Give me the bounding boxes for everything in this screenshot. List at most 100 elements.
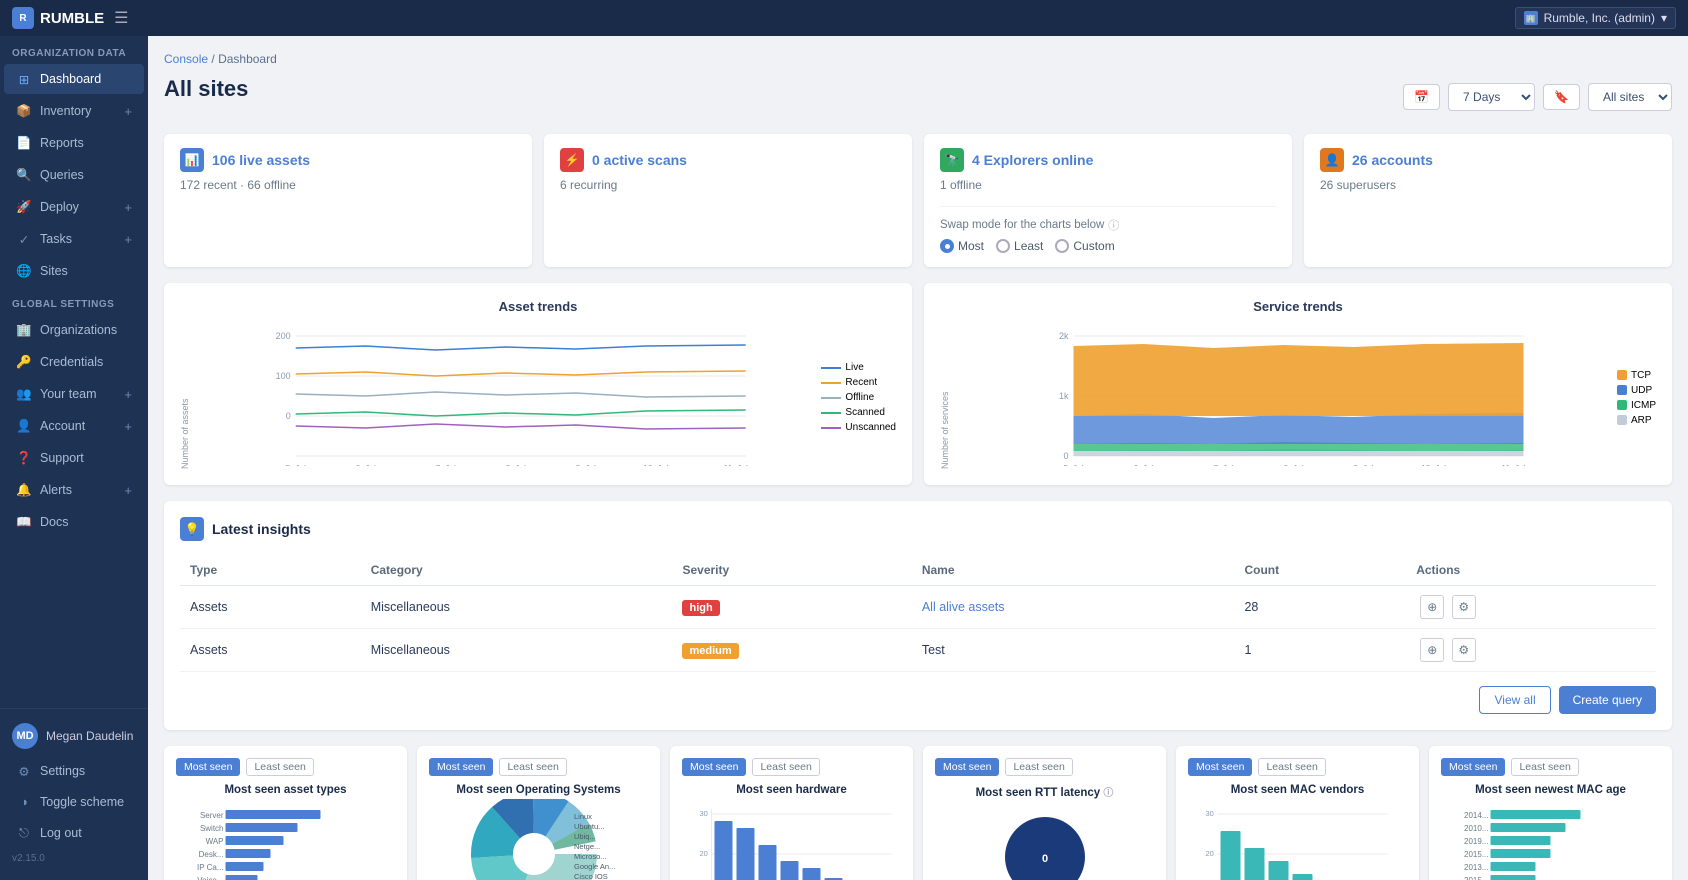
row1-settings-button[interactable]: ⚙ [1452,595,1476,619]
mac-age-tabs: Most seen Least seen [1441,758,1660,776]
explorers-count[interactable]: 4 Explorers online [972,152,1093,168]
svg-text:9. Jul: 9. Jul [576,463,596,466]
insights-header-row: Type Category Severity Name Count Action… [180,555,1656,586]
sidebar-item-deploy[interactable]: 🚀 Deploy + [4,192,144,222]
inventory-add-icon[interactable]: + [124,104,132,119]
sidebar-item-sites[interactable]: 🌐 Sites [4,256,144,286]
bookmark-button[interactable]: 🔖 [1543,84,1580,110]
sidebar-item-dashboard[interactable]: ⊞ Dashboard [4,64,144,94]
service-trends-y-label: Number of services [940,326,950,469]
docs-icon: 📖 [16,514,32,530]
credentials-icon: 🔑 [16,354,32,370]
sidebar-item-credentials[interactable]: 🔑 Credentials [4,347,144,377]
sidebar-item-alerts[interactable]: 🔔 Alerts + [4,475,144,505]
tab-least-seen-mac-vendors[interactable]: Least seen [1258,758,1325,776]
create-query-button[interactable]: Create query [1559,686,1656,714]
sidebar-item-settings[interactable]: ⚙ Settings [4,756,144,786]
chart-asset-types: Most seen Least seen Most seen asset typ… [164,746,407,880]
insights-header: 💡 Latest insights [180,517,1656,541]
sidebar-item-label: Credentials [40,355,103,369]
row2-name: Test [912,629,1235,672]
sidebar-item-label: Toggle scheme [40,795,124,809]
stat-card-accounts: 👤 26 accounts 26 superusers [1304,134,1672,267]
svg-text:Linux: Linux [574,812,592,821]
tasks-icon: ✓ [16,231,32,247]
site-filter-select[interactable]: All sites [1588,83,1672,111]
sidebar-item-docs[interactable]: 📖 Docs [4,507,144,537]
asset-types-tabs: Most seen Least seen [176,758,395,776]
org-selector[interactable]: 🏢 Rumble, Inc. (admin) ▾ [1515,7,1676,29]
user-profile[interactable]: MD Megan Daudelin [0,717,148,755]
section-org-label: ORGANIZATION DATA [0,36,148,63]
tab-least-seen-os[interactable]: Least seen [499,758,566,776]
account-add-icon[interactable]: + [124,419,132,434]
sidebar-item-organizations[interactable]: 🏢 Organizations [4,315,144,345]
insights-thead: Type Category Severity Name Count Action… [180,555,1656,586]
row1-copy-button[interactable]: ⊕ [1420,595,1444,619]
settings-icon: ⚙ [16,763,32,779]
topbar-left: R RUMBLE ☰ [12,7,129,29]
chart-mac-age: Most seen Least seen Most seen newest MA… [1429,746,1672,880]
svg-text:8. Jul: 8. Jul [1283,463,1303,466]
breadcrumb-console[interactable]: Console [164,52,208,66]
active-scans-count[interactable]: 0 active scans [592,152,687,168]
sidebar-item-log-out[interactable]: ⎋ Log out [4,818,144,848]
alerts-add-icon[interactable]: + [124,483,132,498]
tab-most-seen-mac-vendors[interactable]: Most seen [1188,758,1252,776]
bottom-charts: Most seen Least seen Most seen asset typ… [164,746,1672,880]
live-assets-count[interactable]: 106 live assets [212,152,310,168]
tab-most-seen-rtt[interactable]: Most seen [935,758,999,776]
os-pie-svg: Linux Ubuntu... Ubiq... Netge... Microso… [459,799,619,880]
tab-most-seen-asset-types[interactable]: Most seen [176,758,240,776]
sidebar-item-label: Tasks [40,232,72,246]
insight-row1-link[interactable]: All alive assets [922,600,1005,614]
user-name: Megan Daudelin [46,729,133,743]
version-label: v2.15.0 [0,849,148,872]
col-name: Name [912,555,1235,586]
active-scans-icon: ⚡ [560,148,584,172]
sidebar-item-support[interactable]: ❓ Support [4,443,144,473]
sidebar-item-tasks[interactable]: ✓ Tasks + [4,224,144,254]
team-add-icon[interactable]: + [124,387,132,402]
breadcrumb: Console / Dashboard [164,52,1672,66]
radio-custom[interactable]: Custom [1055,239,1114,253]
radio-least[interactable]: Least [996,239,1043,253]
sidebar-item-your-team[interactable]: 👥 Your team + [4,379,144,409]
sidebar-item-reports[interactable]: 📄 Reports [4,128,144,158]
sidebar-item-account[interactable]: 👤 Account + [4,411,144,441]
service-trends-card: Service trends Number of services 2k 1k … [924,283,1672,485]
charts-row: Asset trends Number of assets 200 100 0 [164,283,1672,485]
tab-most-seen-os[interactable]: Most seen [429,758,493,776]
swap-mode-radio-group: Most Least Custom [940,239,1276,253]
insights-tbody: Assets Miscellaneous high All alive asse… [180,586,1656,672]
accounts-count[interactable]: 26 accounts [1352,152,1433,168]
time-range-select[interactable]: 7 Days 30 Days 90 Days [1448,83,1535,111]
menu-icon[interactable]: ☰ [114,8,128,28]
tab-most-seen-mac-age[interactable]: Most seen [1441,758,1505,776]
org-selector-icon: 🏢 [1524,11,1538,25]
rtt-tabs: Most seen Least seen [935,758,1154,776]
tab-least-seen-mac-age[interactable]: Least seen [1511,758,1578,776]
row2-settings-button[interactable]: ⚙ [1452,638,1476,662]
deploy-add-icon[interactable]: + [124,200,132,215]
sidebar-item-queries[interactable]: 🔍 Queries [4,160,144,190]
calendar-button[interactable]: 📅 [1403,84,1440,110]
svg-text:Ubuntu...: Ubuntu... [574,822,604,831]
alerts-icon: 🔔 [16,482,32,498]
severity-badge-medium: medium [682,643,738,659]
tab-least-seen-asset-types[interactable]: Least seen [246,758,313,776]
tab-most-seen-hardware[interactable]: Most seen [682,758,746,776]
tasks-add-icon[interactable]: + [124,232,132,247]
view-all-button[interactable]: View all [1479,686,1550,714]
svg-text:Desk...: Desk... [199,850,224,859]
swap-mode-label: Swap mode for the charts below ⓘ [940,217,1276,233]
radio-most[interactable]: Most [940,239,984,253]
sidebar-item-label: Alerts [40,483,72,497]
table-row: Assets Miscellaneous medium Test 1 ⊕ ⚙ [180,629,1656,672]
sidebar-item-inventory[interactable]: 📦 Inventory + [4,96,144,126]
explorers-icon: 🔭 [940,148,964,172]
sidebar-item-toggle-scheme[interactable]: ◑ Toggle scheme [4,787,144,817]
row2-copy-button[interactable]: ⊕ [1420,638,1444,662]
tab-least-seen-hardware[interactable]: Least seen [752,758,819,776]
tab-least-seen-rtt[interactable]: Least seen [1005,758,1072,776]
